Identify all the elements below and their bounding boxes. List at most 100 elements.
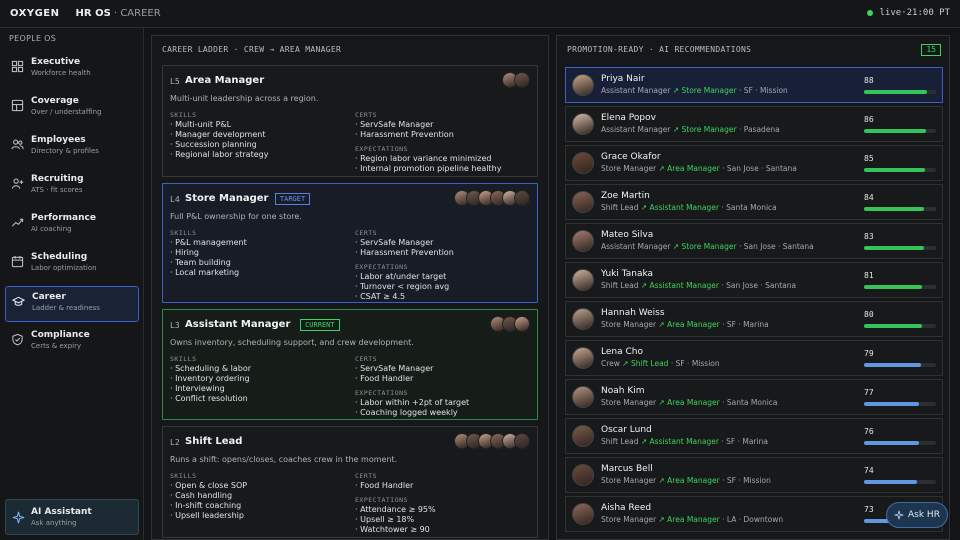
skill-item: · Regional labor strategy (170, 150, 269, 159)
ladder-role-description: Runs a shift: opens/closes, coaches crew… (170, 455, 398, 464)
avatar (572, 191, 594, 213)
candidate-row[interactable]: Oscar Lund Shift Lead ↗ Assistant Manager… (565, 418, 943, 454)
sidebar-item-coverage[interactable]: Coverage Over / understaffing (5, 91, 139, 127)
sparkle-icon (12, 511, 25, 524)
breadcrumb-section: CAREER (120, 8, 161, 19)
promote-arrow-icon: ↗ (658, 164, 665, 173)
candidate-row[interactable]: Yuki Tanaka Shift Lead ↗ Assistant Manage… (565, 262, 943, 298)
current-badge: CURRENT (300, 319, 340, 331)
candidate-row[interactable]: Lena Cho Crew ↗ Shift Lead · SF · Mission… (565, 340, 943, 376)
target-badge: TARGET (274, 193, 311, 205)
expectation-item: · Coaching logged weekly (355, 408, 458, 417)
sidebar-item-label: Coverage (31, 96, 79, 106)
sidebar-item-sub: Over / understaffing (31, 108, 102, 116)
avatar (572, 74, 594, 96)
current-role: Shift Lead (601, 437, 639, 446)
candidate-row[interactable]: Hannah Weiss Store Manager ↗ Area Manager… (565, 301, 943, 337)
avatar (572, 113, 594, 135)
ladder-card-l5[interactable]: L5 Area Manager Multi-unit leadership acro… (162, 65, 538, 177)
readiness-bar-fill (864, 129, 926, 133)
expectations-label: EXPECTATIONS (355, 496, 408, 504)
location: · Santa Monica (722, 398, 778, 407)
readiness-bar (864, 363, 936, 367)
breadcrumb-app[interactable]: HR OS (76, 8, 111, 19)
readiness-bar-fill (864, 285, 923, 289)
sidebar-item-sub: Ladder & readiness (32, 304, 100, 312)
avatar[interactable] (514, 190, 530, 206)
avatar (572, 347, 594, 369)
avatar[interactable] (514, 433, 530, 449)
certs-label: CERTS (355, 111, 378, 119)
readiness-bar (864, 168, 936, 172)
candidate-row[interactable]: Zoe Martin Shift Lead ↗ Assistant Manager… (565, 184, 943, 220)
ladder-role-description: Owns inventory, scheduling support, and … (170, 338, 414, 347)
ladder-card-l2[interactable]: L2 Shift Lead Runs a shift: opens/closes, … (162, 426, 538, 538)
target-role: Area Manager (667, 164, 720, 173)
candidate-name: Oscar Lund (601, 425, 652, 435)
sidebar-item-scheduling[interactable]: Scheduling Labor optimization (5, 247, 139, 283)
readiness-bar-fill (864, 207, 925, 211)
skill-item: · Open & close SOP (170, 481, 248, 490)
sidebar-item-employees[interactable]: Employees Directory & profiles (5, 130, 139, 166)
current-role: Crew (601, 359, 620, 368)
live-dot-icon (866, 10, 873, 16)
promote-arrow-icon: ↗ (658, 398, 665, 407)
sidebar-item-label: Compliance (31, 330, 90, 340)
candidate-row[interactable]: Priya Nair Assistant Manager ↗ Store Mana… (565, 67, 943, 103)
readiness-score: 74 (864, 466, 874, 475)
current-role: Shift Lead (601, 203, 639, 212)
shield-icon (12, 333, 23, 346)
ladder-level: L4 (170, 195, 180, 204)
sidebar-item-performance[interactable]: Performance AI coaching (5, 208, 139, 244)
avatar (572, 269, 594, 291)
location: · SF · Mission (670, 359, 720, 368)
target-role: Assistant Manager (649, 203, 719, 212)
sidebar-item-career[interactable]: Career Ladder & readiness (5, 286, 139, 322)
candidate-row[interactable]: Elena Popov Assistant Manager ↗ Store Man… (565, 106, 943, 142)
certs-column: CERTS · ServSafe Manager · Harassment Prev… (355, 228, 454, 302)
layout-icon (11, 99, 24, 112)
readiness-score: 79 (864, 349, 874, 358)
readiness-score: 85 (864, 154, 874, 163)
target-role: Store Manager (681, 242, 737, 251)
top-bar: OXYGEN HR OS · CAREER live · 21:00 PT (0, 0, 960, 28)
current-role: Store Manager (601, 515, 657, 524)
cert-item: · Food Handler (355, 481, 414, 490)
ai-assistant-label: AI Assistant (31, 507, 92, 517)
readiness-bar-fill (864, 480, 918, 484)
sidebar-item-compliance[interactable]: Compliance Certs & expiry (5, 325, 139, 361)
sidebar-item-recruiting[interactable]: Recruiting ATS · fit scores (5, 169, 139, 205)
avatar[interactable] (514, 316, 530, 332)
readiness-score: 83 (864, 232, 874, 241)
readiness-score: 86 (864, 115, 874, 124)
ladder-card-l3[interactable]: L3 Assistant Manager CURRENT Owns inventory… (162, 309, 538, 420)
app-logo[interactable]: OXYGEN (10, 8, 60, 19)
candidate-path: Crew ↗ Shift Lead · SF · Mission (601, 359, 720, 368)
candidate-name: Marcus Bell (601, 464, 653, 474)
trend-icon (12, 218, 24, 227)
location: · SF · Marina (721, 437, 768, 446)
candidate-path: Store Manager ↗ Area Manager · San Jose … (601, 164, 797, 173)
breadcrumb-separator: · (110, 8, 121, 19)
candidate-row[interactable]: Grace Okafor Store Manager ↗ Area Manager… (565, 145, 943, 181)
candidate-row[interactable]: Marcus Bell Store Manager ↗ Area Manager … (565, 457, 943, 493)
ai-assistant-button[interactable]: AI Assistant Ask anything (5, 499, 139, 535)
target-role: Store Manager (681, 125, 737, 134)
sidebar-item-executive[interactable]: Executive Workforce health (5, 52, 139, 88)
skill-item: · Upsell leadership (170, 511, 244, 520)
readiness-bar (864, 90, 936, 94)
ladder-card-l4[interactable]: L4 Store Manager TARGET Full P&L ownership … (162, 183, 538, 303)
skill-item: · Multi-unit P&L (170, 120, 232, 129)
readiness-bar (864, 246, 936, 250)
avatar[interactable] (514, 72, 530, 88)
certs-label: CERTS (355, 472, 378, 480)
sidebar-item-sub: Labor optimization (31, 264, 97, 272)
candidate-row[interactable]: Mateo Silva Assistant Manager ↗ Store Man… (565, 223, 943, 259)
ask-hr-button[interactable]: Ask HR (886, 502, 948, 528)
candidate-row[interactable]: Noah Kim Store Manager ↗ Area Manager · S… (565, 379, 943, 415)
expectations-label: EXPECTATIONS (355, 263, 408, 271)
breadcrumb: HR OS · CAREER (76, 8, 161, 19)
current-role: Shift Lead (601, 281, 639, 290)
readiness-score: 76 (864, 427, 874, 436)
candidate-path: Assistant Manager ↗ Store Manager · San … (601, 242, 814, 251)
